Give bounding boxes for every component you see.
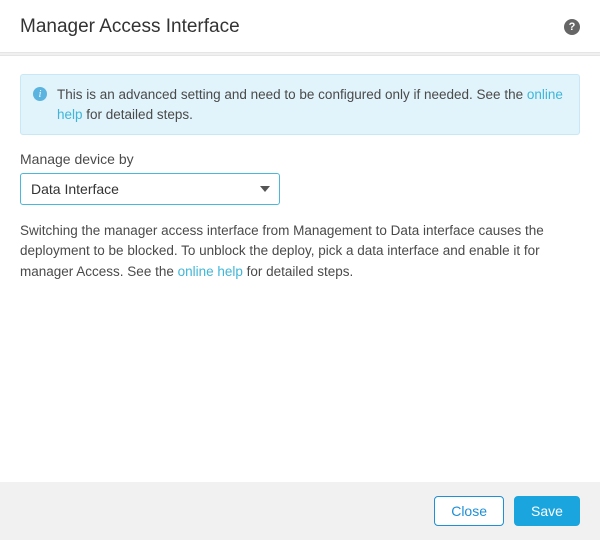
dialog-footer: Close Save xyxy=(0,482,600,540)
help-icon[interactable]: ? xyxy=(564,19,580,35)
chevron-down-icon xyxy=(260,186,270,192)
description-after: for detailed steps. xyxy=(243,264,353,279)
manage-device-label: Manage device by xyxy=(20,151,580,167)
online-help-link-2[interactable]: online help xyxy=(178,264,243,279)
manage-device-select-value: Data Interface xyxy=(31,181,119,197)
info-banner-text-after: for detailed steps. xyxy=(83,107,193,122)
manage-device-select-wrap: Data Interface xyxy=(20,173,280,205)
manage-device-select[interactable]: Data Interface xyxy=(20,173,280,205)
info-banner-text-before: This is an advanced setting and need to … xyxy=(57,87,527,102)
info-banner-text: This is an advanced setting and need to … xyxy=(57,85,567,124)
info-icon: i xyxy=(33,87,47,101)
description-text: Switching the manager access interface f… xyxy=(20,221,580,282)
dialog-header: Manager Access Interface ? xyxy=(0,0,600,52)
dialog-title: Manager Access Interface xyxy=(20,16,240,38)
info-banner: i This is an advanced setting and need t… xyxy=(20,74,580,135)
close-button[interactable]: Close xyxy=(434,496,504,526)
dialog-content: i This is an advanced setting and need t… xyxy=(0,56,600,482)
save-button[interactable]: Save xyxy=(514,496,580,526)
